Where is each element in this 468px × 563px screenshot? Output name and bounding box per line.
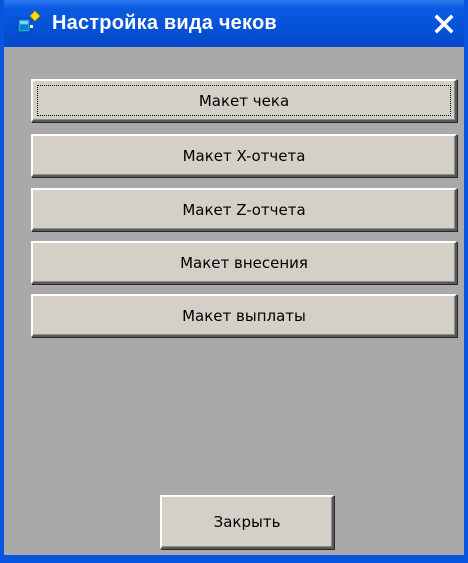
receipt-layout-button[interactable]: Макет чека — [31, 79, 457, 122]
deposit-layout-label: Макет внесения — [180, 253, 308, 272]
close-button[interactable]: Закрыть — [160, 495, 334, 549]
z-report-layout-button[interactable]: Макет Z-отчета — [31, 188, 457, 231]
receipt-layout-label: Макет чека — [198, 91, 290, 110]
app-settings-icon — [16, 10, 42, 36]
window-title: Настройка вида чеков — [52, 12, 277, 34]
close-x-icon[interactable] — [430, 10, 458, 38]
x-report-layout-label: Макет X-отчета — [182, 146, 306, 165]
payout-layout-label: Макет выплаты — [182, 306, 306, 325]
deposit-layout-button[interactable]: Макет внесения — [31, 241, 457, 284]
z-report-layout-label: Макет Z-отчета — [182, 200, 306, 219]
title-bar[interactable]: Настройка вида чеков — [4, 0, 464, 47]
x-report-layout-button[interactable]: Макет X-отчета — [31, 134, 457, 177]
payout-layout-button[interactable]: Макет выплаты — [31, 294, 457, 337]
window-bottom-border — [4, 555, 464, 559]
close-button-label: Закрыть — [213, 513, 281, 531]
receipt-view-settings-dialog: Настройка вида чеков Макет чека Макет X-… — [0, 0, 468, 563]
